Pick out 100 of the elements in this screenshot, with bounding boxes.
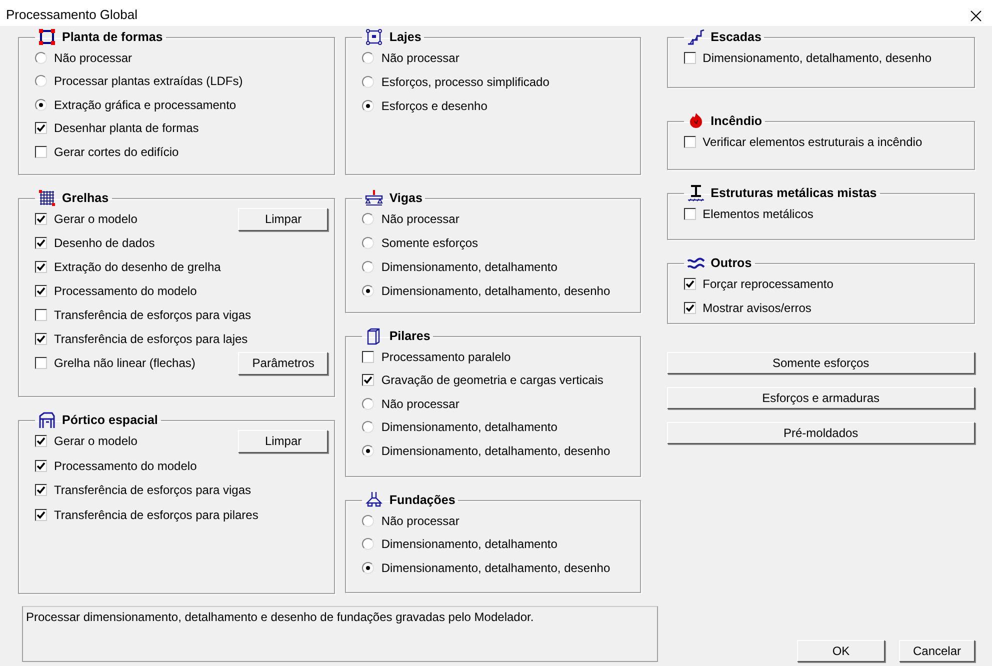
group-title: Vigas bbox=[389, 191, 422, 205]
frame-icon bbox=[38, 28, 56, 46]
option-label: Esforços e desenho bbox=[381, 99, 488, 113]
group-title: Fundações bbox=[389, 493, 456, 507]
action-button[interactable]: Pré-moldados bbox=[666, 422, 975, 444]
radio-button[interactable] bbox=[362, 444, 374, 457]
option-label: Elementos metálicos bbox=[702, 207, 814, 221]
option-label: Não processar bbox=[381, 514, 460, 528]
option-button[interactable]: Parâmetros bbox=[238, 352, 328, 374]
radio-button[interactable] bbox=[362, 562, 374, 574]
group-title: Lajes bbox=[389, 30, 422, 44]
option-label: Dimensionamento, detalhamento bbox=[381, 260, 558, 274]
option-label: Gerar o modelo bbox=[54, 434, 138, 448]
option-label: Não processar bbox=[381, 396, 460, 411]
checkbox[interactable] bbox=[35, 213, 47, 225]
close-icon[interactable] bbox=[970, 10, 982, 22]
radio-button[interactable] bbox=[362, 100, 374, 112]
checkbox[interactable] bbox=[35, 484, 47, 496]
checkbox[interactable] bbox=[35, 146, 47, 158]
checkbox[interactable] bbox=[684, 136, 696, 148]
option-label: Dimensionamento, detalhamento, desenho bbox=[702, 51, 932, 65]
radio-button[interactable] bbox=[362, 237, 374, 249]
group-title: Pórtico espacial bbox=[62, 413, 158, 427]
beam-icon bbox=[365, 189, 384, 207]
option-label: Transferência de esforços para vigas bbox=[54, 308, 251, 322]
option-label: Não processar bbox=[381, 51, 460, 65]
description-text: Processar dimensionamento, detalhamento e desenho de fundações gravadas pelo Modelador. bbox=[22, 606, 658, 662]
option-button[interactable]: Limpar bbox=[238, 208, 328, 230]
option-label: Desenho de dados bbox=[54, 236, 155, 250]
radio-button[interactable] bbox=[362, 514, 374, 527]
checkbox[interactable] bbox=[35, 357, 47, 369]
option-label: Transferência de esforços para pilares bbox=[54, 508, 258, 522]
checkbox[interactable] bbox=[362, 374, 374, 386]
dialog-button[interactable]: Cancelar bbox=[899, 640, 975, 662]
checkbox[interactable] bbox=[35, 435, 47, 448]
option-label: Processamento paralelo bbox=[381, 350, 511, 364]
option-label: Grelha não linear (flechas) bbox=[54, 356, 196, 370]
option-label: Processamento do modelo bbox=[54, 458, 197, 473]
radio-button[interactable] bbox=[35, 75, 47, 88]
option-label: Mostrar avisos/erros bbox=[702, 301, 812, 315]
option-label: Extração gráfica e processamento bbox=[54, 98, 236, 112]
group-title: Grelhas bbox=[62, 191, 109, 205]
dialog-button[interactable]: OK bbox=[797, 640, 885, 662]
checkbox[interactable] bbox=[35, 261, 47, 273]
option-label: Desenhar planta de formas bbox=[54, 121, 199, 136]
radio-button[interactable] bbox=[362, 52, 374, 64]
checkbox[interactable] bbox=[35, 508, 47, 521]
option-label: Dimensionamento, detalhamento, desenho bbox=[381, 444, 610, 458]
option-label: Dimensionamento, detalhamento, desenho bbox=[381, 560, 610, 575]
action-button[interactable]: Somente esforços bbox=[666, 352, 975, 374]
checkbox[interactable] bbox=[684, 208, 696, 220]
checkbox[interactable] bbox=[684, 278, 696, 290]
checkbox[interactable] bbox=[35, 460, 47, 472]
radio-button[interactable] bbox=[362, 76, 374, 88]
option-label: Não processar bbox=[381, 212, 460, 226]
foundation-icon bbox=[365, 491, 384, 509]
group-title: Escadas bbox=[710, 30, 762, 44]
window-title: Processamento Global bbox=[6, 7, 138, 22]
option-label: Processamento do modelo bbox=[54, 284, 197, 298]
option-label: Dimensionamento, detalhamento bbox=[381, 537, 558, 552]
building-frame-icon bbox=[38, 411, 56, 429]
option-button[interactable]: Limpar bbox=[238, 430, 328, 453]
group-title: Pilares bbox=[389, 329, 430, 343]
checkbox[interactable] bbox=[35, 333, 47, 345]
option-label: Esforços, processo simplificado bbox=[381, 75, 550, 89]
radio-button[interactable] bbox=[362, 538, 374, 550]
option-label: Gravação de geometria e cargas verticais bbox=[381, 373, 604, 388]
checkbox[interactable] bbox=[35, 309, 47, 321]
checkbox[interactable] bbox=[362, 350, 374, 363]
option-label: Forçar reprocessamento bbox=[702, 277, 834, 291]
option-label: Verificar elementos estruturais a incêndio bbox=[702, 135, 922, 149]
option-label: Dimensionamento, detalhamento bbox=[381, 420, 558, 434]
radio-button[interactable] bbox=[362, 398, 374, 410]
option-label: Transferência de esforços para lajes bbox=[54, 332, 248, 346]
option-label: Processar plantas extraídas (LDFs) bbox=[54, 74, 243, 88]
radio-button[interactable] bbox=[35, 52, 47, 64]
group-title: Estruturas metálicas mistas bbox=[710, 186, 877, 200]
option-label: Gerar cortes do edifício bbox=[54, 144, 179, 159]
group-title: Incêndio bbox=[710, 114, 762, 128]
option-label: Somente esforços bbox=[381, 236, 478, 250]
option-label: Transferência de esforços para vigas bbox=[54, 483, 251, 498]
radio-button[interactable] bbox=[362, 261, 374, 273]
checkbox[interactable] bbox=[35, 122, 47, 134]
radio-button[interactable] bbox=[35, 98, 47, 111]
radio-button[interactable] bbox=[362, 285, 374, 297]
option-label: Extração do desenho de grelha bbox=[54, 260, 221, 274]
grid-icon bbox=[38, 189, 56, 207]
action-button[interactable]: Esforços e armaduras bbox=[666, 387, 975, 409]
option-label: Dimensionamento, detalhamento, desenho bbox=[381, 284, 610, 298]
radio-button[interactable] bbox=[362, 213, 374, 225]
checkbox[interactable] bbox=[684, 52, 696, 64]
radio-button[interactable] bbox=[362, 421, 374, 434]
option-label: Não processar bbox=[54, 50, 132, 65]
checkbox[interactable] bbox=[684, 302, 696, 314]
checkbox[interactable] bbox=[35, 237, 47, 249]
slab-icon bbox=[365, 28, 384, 46]
option-label: Gerar o modelo bbox=[54, 212, 138, 226]
stairs-icon bbox=[686, 28, 705, 46]
checkbox[interactable] bbox=[35, 285, 47, 297]
group-title: Planta de formas bbox=[62, 30, 163, 44]
